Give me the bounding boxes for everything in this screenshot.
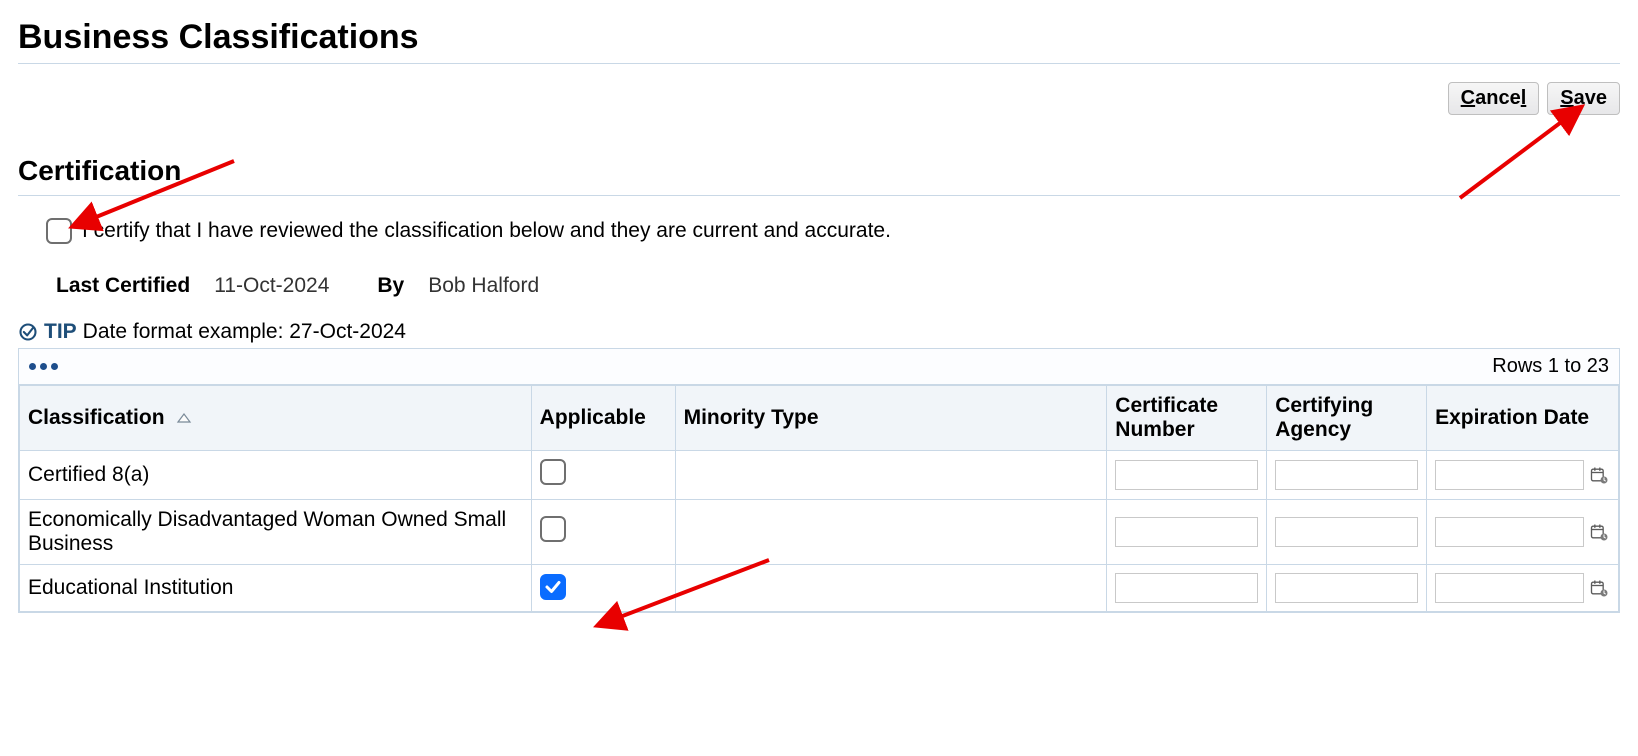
col-minority-type: Minority Type	[675, 386, 1107, 451]
table-row: Economically Disadvantaged Woman Owned S…	[20, 500, 1619, 565]
by-label: By	[377, 274, 404, 298]
last-certified-value: 11-Oct-2024	[214, 274, 329, 298]
minority-type-cell	[675, 451, 1107, 500]
certifying-agency-cell	[1267, 565, 1427, 612]
col-classification-label: Classification	[28, 406, 165, 429]
calendar-icon[interactable]	[1588, 464, 1610, 486]
expiration-date-input[interactable]	[1435, 517, 1584, 547]
tip-word: TIP	[44, 320, 77, 344]
action-bar: Cancel Save	[18, 82, 1620, 115]
table-toolbar: Rows 1 to 23	[19, 349, 1619, 385]
certificate-number-input[interactable]	[1115, 460, 1258, 490]
expiration-date-input[interactable]	[1435, 573, 1584, 603]
tip-text: Date format example: 27-Oct-2024	[83, 320, 406, 344]
col-certificate-number: Certificate Number	[1107, 386, 1267, 451]
col-certifying-agency: Certifying Agency	[1267, 386, 1427, 451]
certificate-number-input[interactable]	[1115, 517, 1258, 547]
certificate-number-cell	[1107, 451, 1267, 500]
certifying-agency-cell	[1267, 500, 1427, 565]
classification-cell: Certified 8(a)	[20, 451, 532, 500]
certifying-agency-input[interactable]	[1275, 573, 1418, 603]
cancel-button[interactable]: Cancel	[1448, 82, 1540, 115]
col-classification[interactable]: Classification	[20, 386, 532, 451]
classification-cell: Economically Disadvantaged Woman Owned S…	[20, 500, 532, 565]
calendar-icon[interactable]	[1588, 521, 1610, 543]
expiration-date-input[interactable]	[1435, 460, 1584, 490]
minority-type-cell	[675, 565, 1107, 612]
expiration-date-cell	[1427, 500, 1619, 565]
certify-label: I certify that I have reviewed the class…	[82, 219, 891, 243]
certificate-number-input[interactable]	[1115, 573, 1258, 603]
applicable-cell	[531, 565, 675, 612]
classification-table: Classification Applicable Minority Type …	[19, 385, 1619, 612]
certifying-agency-input[interactable]	[1275, 460, 1418, 490]
classification-table-wrap: Rows 1 to 23 Classification Applicable M…	[18, 348, 1620, 613]
col-expiration-date: Expiration Date	[1427, 386, 1619, 451]
certifying-agency-input[interactable]	[1275, 517, 1418, 547]
tip-icon	[18, 322, 38, 342]
table-header-row: Classification Applicable Minority Type …	[20, 386, 1619, 451]
certifying-agency-cell	[1267, 451, 1427, 500]
tip-row: TIP Date format example: 27-Oct-2024	[18, 320, 1620, 344]
certify-checkbox[interactable]	[46, 218, 72, 244]
certificate-number-cell	[1107, 565, 1267, 612]
applicable-cell	[531, 451, 675, 500]
expiration-date-cell	[1427, 565, 1619, 612]
rows-summary: Rows 1 to 23	[1492, 355, 1609, 378]
classification-cell: Educational Institution	[20, 565, 532, 612]
by-value: Bob Halford	[428, 274, 539, 298]
minority-type-cell	[675, 500, 1107, 565]
certification-heading: Certification	[18, 155, 1620, 187]
calendar-icon[interactable]	[1588, 577, 1610, 599]
sort-asc-icon	[176, 406, 192, 430]
table-menu-icon[interactable]	[29, 363, 58, 370]
certify-row: I certify that I have reviewed the class…	[46, 218, 1620, 244]
certificate-number-cell	[1107, 500, 1267, 565]
save-button[interactable]: Save	[1547, 82, 1620, 115]
applicable-cell	[531, 500, 675, 565]
table-row: Certified 8(a)	[20, 451, 1619, 500]
title-divider	[18, 63, 1620, 64]
last-certified-label: Last Certified	[56, 274, 190, 298]
col-applicable: Applicable	[531, 386, 675, 451]
expiration-date-cell	[1427, 451, 1619, 500]
applicable-checkbox[interactable]	[540, 574, 566, 600]
certification-divider	[18, 195, 1620, 196]
page-title: Business Classifications	[18, 18, 1620, 57]
certification-meta: Last Certified 11-Oct-2024 By Bob Halfor…	[56, 274, 1620, 298]
applicable-checkbox[interactable]	[540, 516, 566, 542]
table-row: Educational Institution	[20, 565, 1619, 612]
applicable-checkbox[interactable]	[540, 459, 566, 485]
